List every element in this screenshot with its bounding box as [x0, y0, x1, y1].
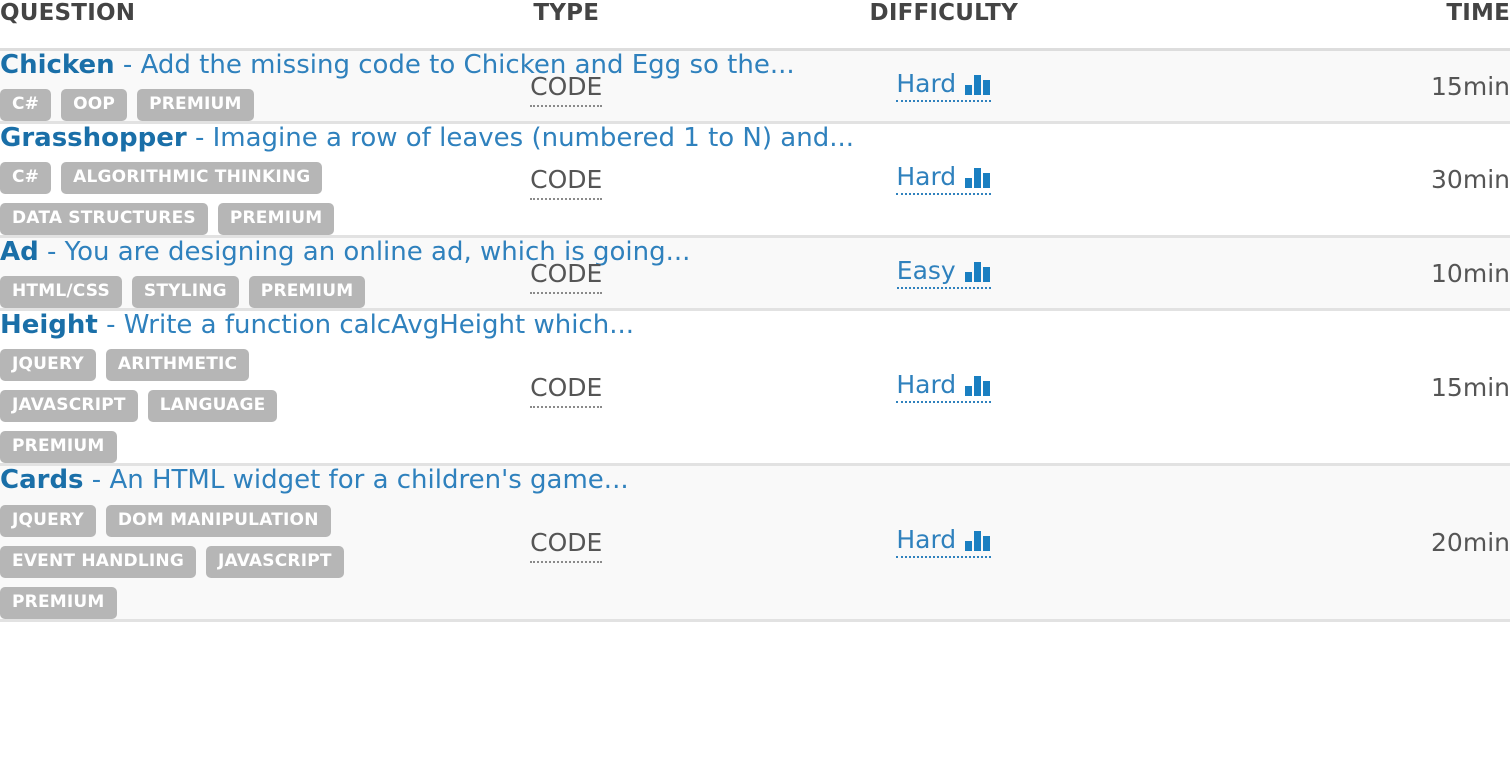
question-link[interactable]: Chicken - Add the missing code to Chicke… — [0, 50, 795, 80]
difficulty-indicator[interactable]: Hard — [896, 524, 992, 558]
time-cell: 15min — [1133, 50, 1510, 123]
tag[interactable]: PREMIUM — [137, 89, 254, 122]
time-cell: 20min — [1133, 465, 1510, 620]
tag[interactable]: STYLING — [131, 276, 239, 309]
question-link[interactable]: Cards - An HTML widget for a children's … — [0, 465, 629, 496]
table-header-row: QUESTION TYPE DIFFICULTY TIME — [0, 0, 1510, 51]
tag[interactable]: HTML/CSS — [0, 276, 122, 309]
difficulty-label: Hard — [896, 162, 957, 192]
table-row[interactable]: Chicken - Add the missing code to Chicke… — [0, 49, 1510, 123]
question-name: Grasshopper — [0, 123, 187, 154]
difficulty-cell: Hard — [755, 50, 1133, 123]
tag[interactable]: JQUERY — [0, 504, 96, 537]
question-name: Height — [0, 310, 98, 341]
question-type[interactable]: CODE — [530, 71, 603, 107]
questions-table: QUESTION TYPE DIFFICULTY TIME Chicken - … — [0, 0, 1510, 622]
tag[interactable]: PREMIUM — [248, 276, 366, 309]
table-header: QUESTION TYPE DIFFICULTY TIME — [0, 0, 1510, 51]
tag[interactable]: JQUERY — [0, 349, 96, 382]
question-description: - An HTML widget for a children's game..… — [83, 465, 629, 496]
tag[interactable]: EVENT HANDLING — [0, 545, 196, 578]
tag[interactable]: JAVASCRIPT — [0, 390, 138, 423]
question-cell: Grasshopper - Imagine a row of leaves (n… — [0, 123, 854, 237]
bar-chart-icon — [965, 529, 991, 551]
time-value: 20min — [1431, 527, 1510, 557]
tag[interactable]: ARITHMETIC — [105, 349, 250, 382]
time-value: 10min — [1431, 258, 1510, 288]
time-cell: 30min — [1133, 123, 1510, 237]
question-link[interactable]: Height - Write a function calcAvgHeight … — [0, 310, 634, 341]
column-header-question[interactable]: QUESTION — [0, 0, 378, 51]
tag-list: HTML/CSS STYLING PREMIUM — [0, 276, 378, 309]
difficulty-cell: Hard — [755, 465, 1133, 620]
question-link[interactable]: Grasshopper - Imagine a row of leaves (n… — [0, 123, 854, 154]
tag-list: JQUERY DOM MANIPULATION EVENT HANDLING JAVA… — [0, 504, 378, 619]
difficulty-cell: Hard — [755, 310, 1133, 465]
difficulty-cell: Easy — [755, 237, 1133, 310]
tag[interactable]: C# — [0, 162, 52, 195]
question-type[interactable]: CODE — [530, 258, 603, 294]
question-type[interactable]: CODE — [530, 372, 603, 408]
difficulty-label: Hard — [896, 369, 957, 399]
question-description: - Write a function calcAvgHeight which..… — [97, 310, 634, 341]
difficulty-indicator[interactable]: Hard — [896, 162, 992, 196]
question-name: Ad — [0, 237, 39, 268]
table-row[interactable]: Height - Write a function calcAvgHeight … — [0, 309, 1510, 465]
question-description: - Imagine a row of leaves (numbered 1 to… — [186, 123, 854, 154]
tag[interactable]: DATA STRUCTURES — [0, 203, 208, 236]
difficulty-indicator[interactable]: Hard — [896, 68, 992, 102]
tag-list: C# ALGORITHMIC THINKING DATA STRUCTURES PRE… — [0, 162, 378, 236]
tag[interactable]: C# — [0, 89, 52, 122]
table-row[interactable]: Grasshopper - Imagine a row of leaves (n… — [0, 122, 1510, 237]
question-type[interactable]: CODE — [530, 165, 603, 201]
difficulty-indicator[interactable]: Easy — [896, 255, 991, 289]
table-row[interactable]: Ad - You are designing an online ad, whi… — [0, 236, 1510, 310]
question-name: Chicken — [0, 50, 115, 80]
question-link[interactable]: Ad - You are designing an online ad, whi… — [0, 237, 690, 268]
tag[interactable]: ALGORITHMIC THINKING — [61, 162, 323, 195]
question-cell: Height - Write a function calcAvgHeight … — [0, 310, 634, 465]
bar-chart-icon — [965, 73, 991, 95]
bar-chart-icon — [965, 166, 991, 189]
column-header-type[interactable]: TYPE — [377, 0, 755, 51]
tag-list: C# OOP PREMIUM — [0, 89, 378, 122]
question-cell: Ad - You are designing an online ad, whi… — [0, 237, 690, 310]
tag-list: JQUERY ARITHMETIC JAVASCRIPT LANGUAGE PREMIU… — [0, 349, 378, 464]
question-description: - Add the missing code to Chicken and Eg… — [114, 50, 795, 80]
difficulty-indicator[interactable]: Hard — [896, 369, 992, 403]
column-header-difficulty[interactable]: DIFFICULTY — [755, 0, 1133, 51]
tag[interactable]: PREMIUM — [0, 431, 117, 464]
tag[interactable]: DOM MANIPULATION — [105, 504, 331, 537]
tag[interactable]: PREMIUM — [217, 203, 335, 236]
question-cell: Cards - An HTML widget for a children's … — [0, 465, 629, 620]
difficulty-label: Easy — [896, 255, 956, 285]
time-value: 30min — [1431, 165, 1510, 195]
time-value: 15min — [1431, 71, 1510, 101]
tag[interactable]: OOP — [61, 89, 128, 122]
table-body: Chicken - Add the missing code to Chicke… — [0, 49, 1510, 621]
question-name: Cards — [0, 465, 84, 496]
question-type[interactable]: CODE — [530, 527, 603, 563]
question-cell: Chicken - Add the missing code to Chicke… — [0, 50, 795, 123]
difficulty-label: Hard — [896, 524, 957, 554]
time-cell: 15min — [1133, 310, 1510, 465]
time-value: 15min — [1431, 372, 1510, 402]
bar-chart-icon — [964, 260, 991, 282]
tag[interactable]: PREMIUM — [0, 586, 117, 619]
table-row[interactable]: Cards - An HTML widget for a children's … — [0, 464, 1510, 621]
tag[interactable]: LANGUAGE — [147, 390, 278, 423]
difficulty-label: Hard — [896, 68, 957, 98]
time-cell: 10min — [1133, 237, 1510, 310]
column-header-time[interactable]: TIME — [1132, 0, 1510, 51]
bar-chart-icon — [965, 374, 991, 396]
tag[interactable]: JAVASCRIPT — [206, 545, 344, 578]
